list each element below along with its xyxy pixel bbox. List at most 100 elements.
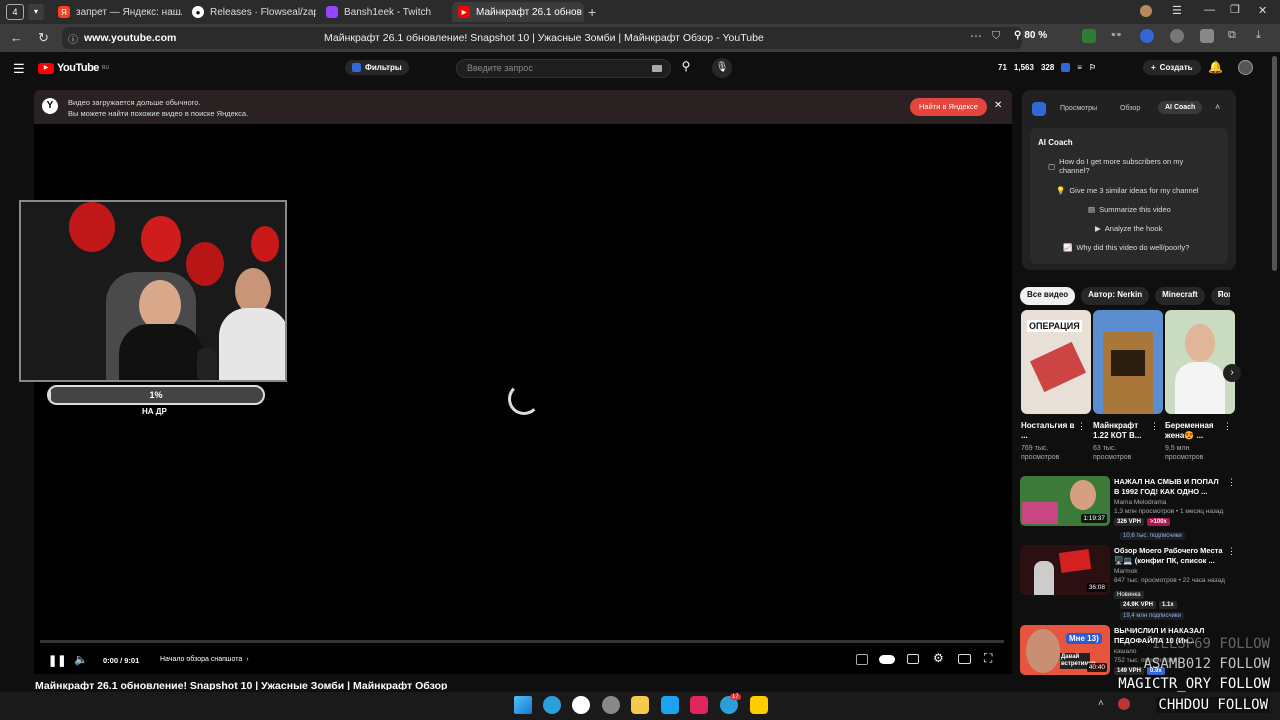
- search-button[interactable]: ⚲: [675, 59, 697, 78]
- extension-blue-icon[interactable]: [1140, 29, 1154, 43]
- chevron-down-icon[interactable]: ▾: [28, 4, 44, 20]
- short-views-label: просмотров: [1021, 454, 1060, 461]
- coach-suggestion[interactable]: 📈 Why did this video do well/poorly?: [1055, 239, 1198, 255]
- video-item-title[interactable]: Обзор Моего Рабочего Места 🖥️💻 (конфиг П…: [1114, 546, 1226, 566]
- short-thumbnail[interactable]: [1093, 310, 1163, 414]
- settings-gear-icon[interactable]: ⚙: [933, 651, 944, 665]
- more-vert-icon[interactable]: ⋮: [1223, 421, 1232, 432]
- short-title[interactable]: Майнкрафт 1.22 КОТ В...: [1093, 421, 1151, 441]
- page-scrollbar[interactable]: [1272, 56, 1277, 271]
- short-thumbnail[interactable]: ОПЕРАЦИЯ: [1021, 310, 1091, 414]
- short-title[interactable]: Ностальгия в ...: [1021, 421, 1083, 441]
- video-channel[interactable]: Mama Melodrama: [1114, 498, 1226, 507]
- tab-count-button[interactable]: 4: [6, 4, 24, 20]
- more-vert-icon[interactable]: ⋮: [1077, 421, 1086, 432]
- telegram-icon[interactable]: [543, 696, 561, 714]
- file-explorer-icon[interactable]: [631, 696, 649, 714]
- chip-minecraft[interactable]: Minecraft: [1155, 287, 1205, 305]
- goal-progress-label: 1%: [149, 390, 163, 400]
- chevron-right-icon[interactable]: ›: [1223, 364, 1241, 382]
- site-info-icon[interactable]: ⓘ: [68, 31, 78, 46]
- pause-icon[interactable]: ❚❚: [48, 654, 66, 667]
- video-player[interactable]: 1% НА ДР ❚❚ 🔈 0:00 / 9:01 Начало обзора …: [19, 124, 1012, 674]
- bookmark-icon[interactable]: ⛉: [992, 30, 1000, 43]
- video-thumbnail[interactable]: 36:08: [1020, 545, 1110, 595]
- coach-suggestion[interactable]: ▶ Analyze the hook: [1087, 220, 1171, 236]
- notifications-icon[interactable]: 🔔: [1208, 60, 1223, 74]
- keyboard-icon[interactable]: [652, 65, 662, 72]
- create-button[interactable]: + Создать: [1143, 60, 1201, 75]
- window-close-icon[interactable]: ✕: [1258, 4, 1267, 17]
- more-vert-icon[interactable]: ⋮: [1227, 477, 1236, 488]
- theater-mode-icon[interactable]: [958, 654, 971, 664]
- tab-overview[interactable]: Обзор: [1120, 105, 1140, 112]
- download-icon[interactable]: ⤓: [1256, 29, 1261, 42]
- subtitles-icon[interactable]: [907, 654, 919, 664]
- windows-start-icon[interactable]: [514, 696, 532, 714]
- profile-avatar-icon[interactable]: [1140, 5, 1152, 17]
- system-tray-icon[interactable]: [1118, 698, 1130, 710]
- suggestion-label: Summarize this video: [1099, 204, 1171, 214]
- more-vert-icon[interactable]: ⋮: [1150, 421, 1159, 432]
- video-thumbnail[interactable]: 1:19:37: [1020, 476, 1110, 526]
- extension-box-icon[interactable]: [1200, 29, 1214, 43]
- list-icon[interactable]: ≡: [1077, 63, 1082, 72]
- tab-youtube-active[interactable]: ▶ Майнкрафт 26.1 обнов ✕: [452, 2, 584, 22]
- find-in-yandex-button[interactable]: Найти в Яндексе: [910, 98, 987, 116]
- shield-icon[interactable]: [1082, 29, 1096, 43]
- reload-icon[interactable]: ↻: [38, 30, 49, 46]
- chip-author[interactable]: Автор: Nerkin: [1081, 287, 1150, 305]
- chapter-button[interactable]: Начало обзора снапшота ›: [160, 656, 249, 663]
- messenger-icon[interactable]: [661, 696, 679, 714]
- menu-icon[interactable]: ☰: [1172, 4, 1182, 17]
- tab-github[interactable]: ● Releases · Flowseal/zapret: [186, 2, 316, 22]
- coach-suggestion[interactable]: ▢ How do I get more subscribers on my ch…: [1040, 154, 1218, 178]
- tab-twitch[interactable]: Bansh1eek - Twitch: [320, 2, 448, 22]
- balloon-image: [251, 226, 279, 262]
- url-field[interactable]: ⓘ www.youtube.com Майнкрафт 26.1 обновле…: [62, 27, 1022, 49]
- hamburger-menu-icon[interactable]: ☰: [13, 61, 25, 77]
- chrome-icon[interactable]: [602, 696, 620, 714]
- more-icon[interactable]: ⋯: [970, 29, 982, 43]
- yandex-browser-icon[interactable]: [572, 696, 590, 714]
- zoom-indicator[interactable]: ⚲ 80 %: [1014, 30, 1047, 41]
- chevron-up-icon[interactable]: ˄: [1215, 102, 1220, 112]
- chevron-up-icon[interactable]: ˄: [1098, 698, 1104, 709]
- search-input[interactable]: Введите запрос: [456, 59, 671, 78]
- seek-bar[interactable]: [40, 640, 1004, 643]
- extension-blue-icon[interactable]: [1061, 63, 1071, 72]
- voice-search-button[interactable]: 🎙: [712, 58, 732, 78]
- store-icon[interactable]: [690, 696, 708, 714]
- tab-ai-coach[interactable]: AI Coach: [1158, 101, 1203, 114]
- chevron-right-icon[interactable]: ›: [1218, 289, 1222, 301]
- coach-suggestion[interactable]: 💡 Give me 3 similar ideas for my channel: [1048, 182, 1207, 198]
- bell-add-icon[interactable]: ⚐: [1089, 63, 1096, 72]
- restore-icon[interactable]: ❐: [1230, 3, 1240, 16]
- short-title[interactable]: Беременная жена😍 ...: [1165, 421, 1223, 441]
- fullscreen-icon[interactable]: ⛶: [984, 651, 992, 666]
- more-vert-icon[interactable]: ⋮: [1227, 546, 1236, 557]
- autoplay-toggle[interactable]: [879, 655, 895, 664]
- extension-player-icon[interactable]: [856, 654, 868, 665]
- tab-yandex[interactable]: Я запрет — Яндекс: нашлось: [52, 2, 182, 22]
- minimize-icon[interactable]: —: [1204, 4, 1215, 16]
- game-icon[interactable]: [750, 696, 768, 714]
- extension-glasses-icon[interactable]: 👓: [1110, 30, 1122, 41]
- extensions-icon[interactable]: ⧉: [1228, 29, 1236, 42]
- youtube-logo[interactable]: ▶ YouTube RU: [38, 62, 109, 74]
- extension-globe-icon[interactable]: [1170, 29, 1184, 43]
- video-item-title[interactable]: НАЖАЛ НА СМЫВ И ПОПАЛ В 1992 ГОД! КАК ОД…: [1114, 477, 1226, 497]
- chip-all-videos[interactable]: Все видео: [1020, 287, 1076, 305]
- close-icon[interactable]: ✕: [994, 100, 1002, 111]
- coach-suggestion[interactable]: ▤ Summarize this video: [1080, 201, 1179, 217]
- volume-icon[interactable]: 🔈: [74, 653, 88, 666]
- avatar[interactable]: [1238, 60, 1253, 75]
- tab-views[interactable]: Просмотры: [1060, 105, 1097, 112]
- chart-icon: 📈: [1063, 242, 1073, 252]
- back-icon[interactable]: ←: [10, 30, 23, 45]
- short-thumbnail[interactable]: [1165, 310, 1235, 414]
- new-tab-button[interactable]: +: [588, 4, 602, 20]
- video-thumbnail[interactable]: Мне 13) Давай встретимся 40:40: [1020, 625, 1110, 675]
- filters-button[interactable]: Фильтры: [345, 60, 409, 75]
- video-channel[interactable]: Marmok: [1114, 567, 1226, 576]
